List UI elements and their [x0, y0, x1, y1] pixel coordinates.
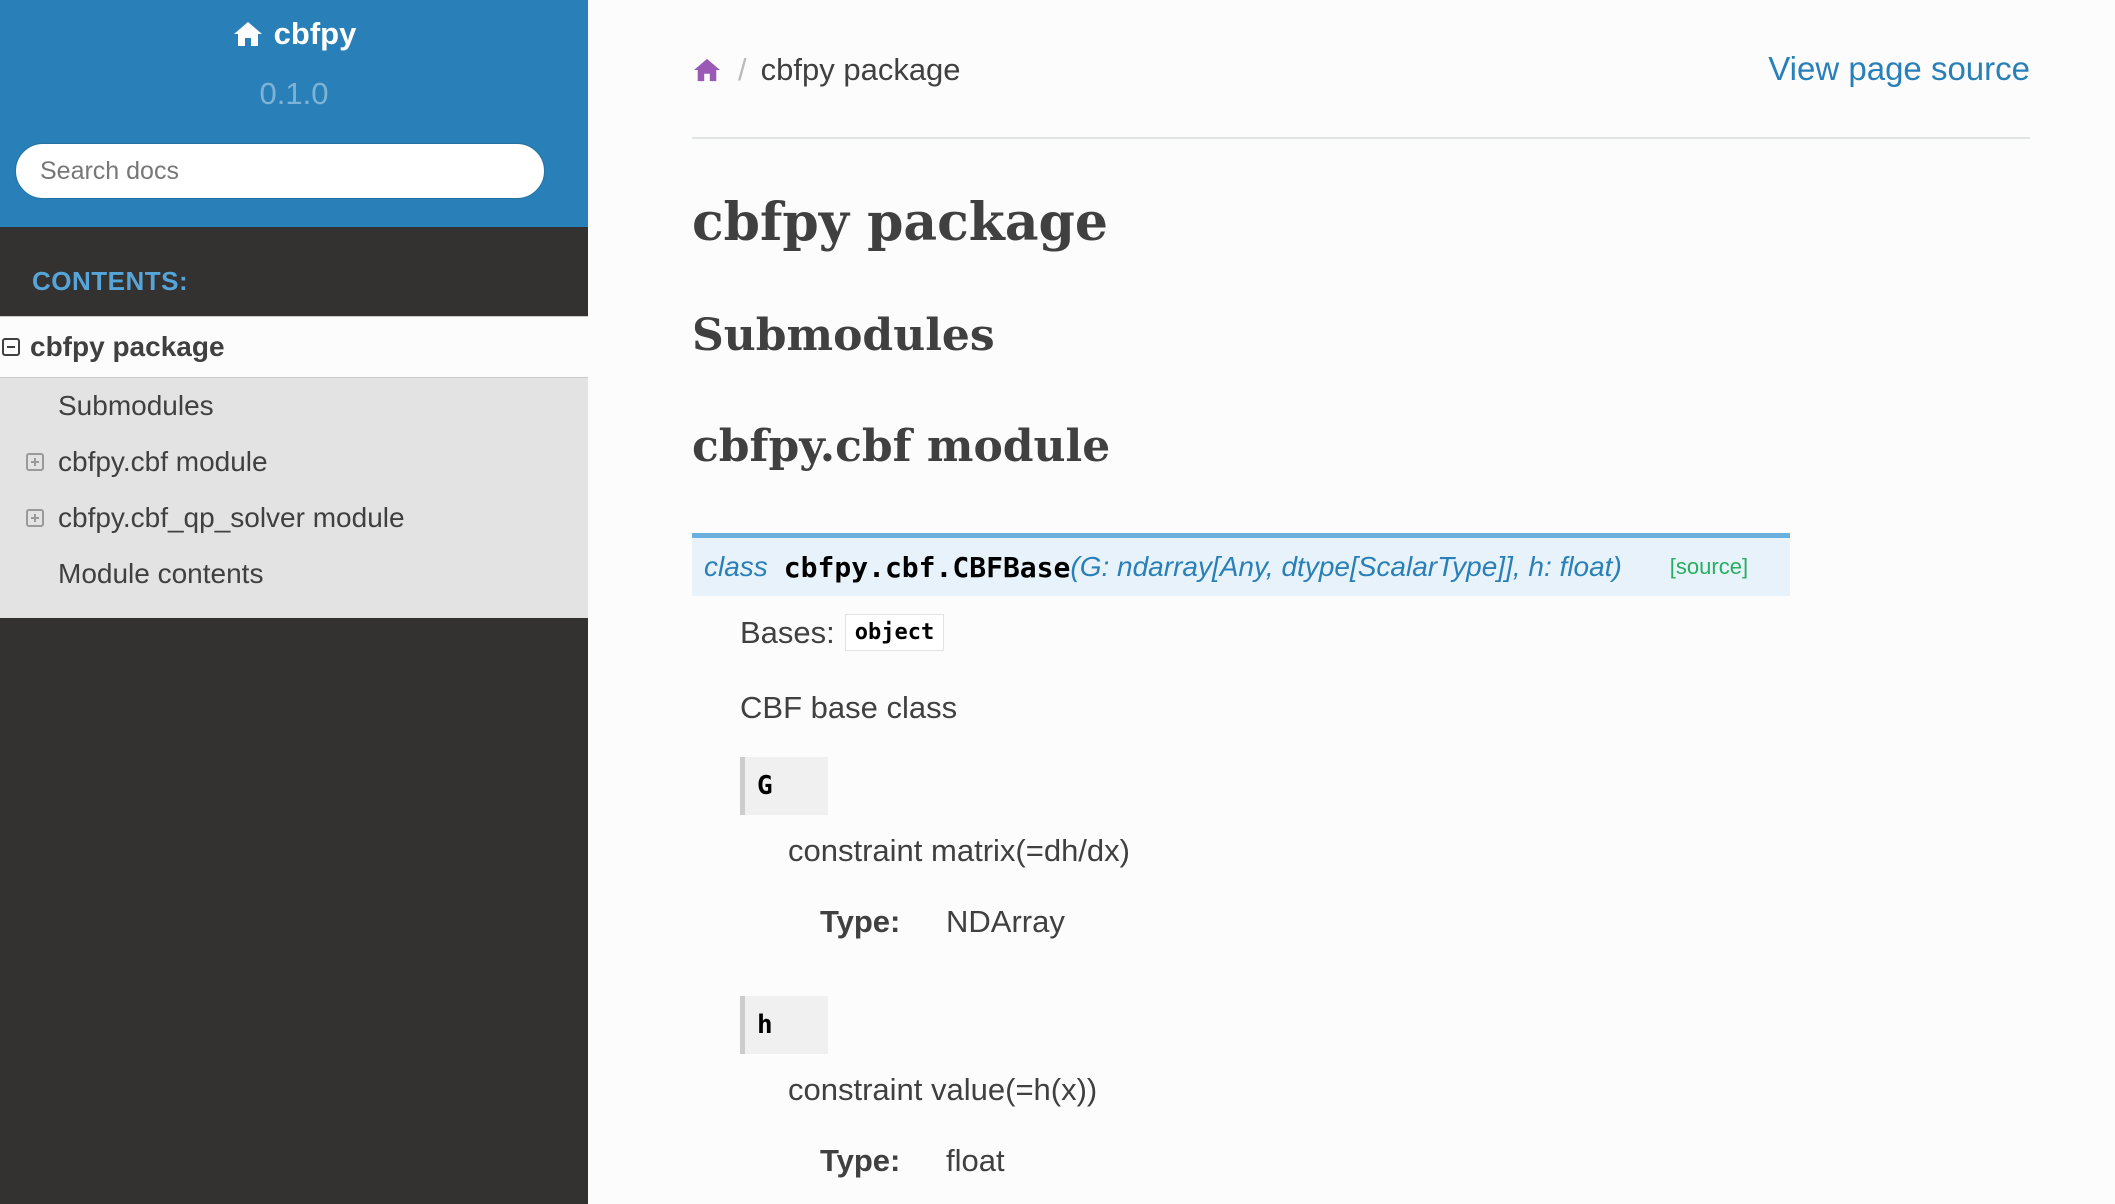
type-label: Type: [820, 904, 901, 939]
class-name: cbfpy.cbf.CBFBase [783, 550, 1071, 584]
class-params: (G: ndarray[Any, dtype[ScalarType]], h: … [1070, 551, 1622, 582]
toc-item-cbf-module[interactable]: cbfpy.cbf module [0, 434, 588, 490]
divider [692, 137, 2030, 139]
sidebar-header: cbfpy 0.1.0 [0, 0, 588, 227]
class-keyword: class [704, 551, 768, 582]
attribute-type-row: Type: float [820, 1143, 1005, 1179]
type-value: float [946, 1143, 1005, 1178]
search-input[interactable] [15, 143, 545, 199]
expand-icon[interactable] [26, 509, 44, 527]
toc-item-label: cbfpy.cbf_qp_solver module [58, 502, 405, 533]
project-name: cbfpy [273, 16, 357, 51]
class-signature: class cbfpy.cbf.CBFBase (G: ndarray[Any,… [692, 533, 1790, 596]
collapse-icon[interactable] [2, 338, 20, 356]
attribute-type-row: Type: NDArray [820, 904, 1065, 940]
class-description: CBF base class [740, 690, 958, 725]
submodules-heading: Submodules [692, 310, 995, 361]
project-version: 0.1.0 [259, 76, 329, 111]
breadcrumb-current: cbfpy package [760, 52, 961, 87]
home-icon [233, 22, 262, 46]
toc-item-label: cbfpy package [30, 331, 225, 362]
toc-item-cbf-qp-solver-module[interactable]: cbfpy.cbf_qp_solver module [0, 490, 588, 546]
page-title: cbfpy package [692, 192, 1108, 253]
bases-line: Bases: object [740, 614, 945, 651]
attribute-name: h [740, 996, 828, 1054]
attribute-description: constraint matrix(=dh/dx) [788, 833, 1130, 868]
module-heading: cbfpy.cbf module [692, 421, 1111, 472]
toc-item-label: Module contents [58, 558, 264, 589]
breadcrumb: / cbfpy package [692, 52, 961, 88]
project-home-link[interactable]: cbfpy [0, 16, 588, 52]
toc-item-label: Submodules [58, 390, 214, 421]
toc-subitems: Submodules cbfpy.cbf module cbfpy.cbf_qp… [0, 378, 588, 618]
view-page-source-link[interactable]: View page source [1768, 50, 2030, 88]
home-icon[interactable] [692, 57, 722, 83]
attribute-description: constraint value(=h(x)) [788, 1072, 1098, 1107]
type-label: Type: [820, 1143, 901, 1178]
breadcrumb-separator: / [738, 52, 747, 87]
toc-item-label: cbfpy.cbf module [58, 446, 268, 477]
attribute-name: G [740, 757, 828, 815]
sidebar: cbfpy 0.1.0 CONTENTS: cbfpy package Subm… [0, 0, 588, 1204]
toc-caption: CONTENTS: [32, 266, 189, 296]
toc-item-current[interactable]: cbfpy package [0, 316, 588, 378]
bases-label: Bases: [740, 614, 835, 650]
bases-object-link[interactable]: object [844, 614, 945, 651]
type-value: NDArray [946, 904, 1065, 939]
source-link[interactable]: [source] [1670, 554, 1748, 580]
expand-icon[interactable] [26, 453, 44, 471]
toc-item-module-contents[interactable]: Module contents [0, 546, 588, 602]
toc-item-submodules[interactable]: Submodules [0, 378, 588, 434]
